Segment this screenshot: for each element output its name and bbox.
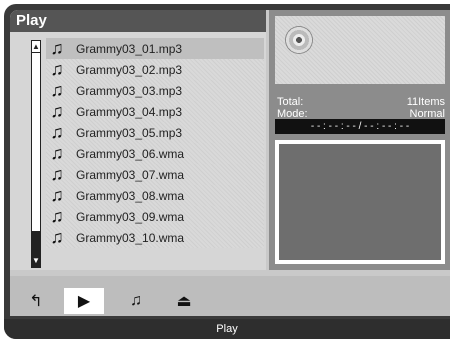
file-name: Grammy03_02.mp3 [76, 62, 183, 77]
file-name: Grammy03_06.wma [76, 146, 185, 161]
up-folder-icon[interactable]: ↰ [18, 290, 54, 312]
time-display: - - : - - : - - / - - : - - : - - [275, 119, 445, 134]
list-item[interactable]: ♫ Grammy03_06.wma [46, 143, 264, 164]
album-art [275, 16, 445, 84]
file-list-panel: Play ▲ ▼ ♫ Grammy03_01.mp3 ♫ Grammy03_02… [10, 10, 266, 270]
page-title: Play [10, 10, 266, 32]
music-note-icon: ♫ [50, 80, 64, 100]
music-note-icon: ♫ [50, 101, 64, 121]
file-name: Grammy03_04.mp3 [76, 104, 183, 119]
list-item[interactable]: ♫ Grammy03_09.wma [46, 206, 264, 227]
file-name: Grammy03_05.mp3 [76, 125, 183, 140]
music-note-icon: ♫ [50, 164, 64, 184]
info-panel: Total: 11Items Mode: Normal - - : - - : … [269, 10, 450, 270]
list-item[interactable]: ♫ Grammy03_04.mp3 [46, 101, 264, 122]
music-note-icon[interactable]: ♫ [118, 290, 154, 312]
scroll-up-arrow-icon[interactable]: ▲ [32, 41, 40, 53]
music-note-icon: ♫ [50, 185, 64, 205]
music-note-icon: ♫ [50, 227, 64, 247]
list-item[interactable]: ♫ Grammy03_05.mp3 [46, 122, 264, 143]
music-note-icon: ♫ [50, 59, 64, 79]
music-note-icon: ♫ [50, 206, 64, 226]
file-name: Grammy03_10.wma [76, 230, 185, 245]
music-note-icon: ♫ [50, 38, 64, 58]
list-item[interactable]: ♫ Grammy03_08.wma [46, 185, 264, 206]
player-screen: Play ▲ ▼ ♫ Grammy03_01.mp3 ♫ Grammy03_02… [4, 4, 450, 339]
list-item[interactable]: ♫ Grammy03_02.mp3 [46, 59, 264, 80]
music-note-icon: ♫ [50, 122, 64, 142]
file-name: Grammy03_09.wma [76, 209, 185, 224]
scroll-down-arrow-icon[interactable]: ▼ [32, 255, 40, 267]
total-label: Total: [277, 96, 304, 108]
scrollbar[interactable]: ▲ ▼ [31, 40, 41, 268]
list-item[interactable]: ♫ Grammy03_03.mp3 [46, 80, 264, 101]
list-item[interactable]: ♫ Grammy03_01.mp3 [46, 38, 264, 59]
disc-icon [285, 26, 313, 54]
preview-window [275, 140, 445, 264]
total-row: Total: 11Items [277, 96, 445, 108]
file-name: Grammy03_07.wma [76, 167, 185, 182]
list-item[interactable]: ♫ Grammy03_10.wma [46, 227, 264, 248]
player-body: Play ▲ ▼ ♫ Grammy03_01.mp3 ♫ Grammy03_02… [10, 10, 450, 316]
preview-area [279, 144, 441, 260]
scroll-track[interactable] [33, 55, 39, 235]
music-note-icon: ♫ [50, 143, 64, 163]
status-bar: Play [4, 319, 450, 339]
scroll-thumb[interactable] [32, 231, 40, 255]
playlist-icon[interactable]: ⏏ [166, 290, 202, 312]
list-item[interactable]: ♫ Grammy03_07.wma [46, 164, 264, 185]
total-value: 11Items [406, 96, 445, 108]
file-name: Grammy03_08.wma [76, 188, 185, 203]
toolbar: ↰ ▶ ♫ ⏏ [10, 276, 450, 316]
play-icon[interactable]: ▶ [64, 288, 104, 314]
file-name: Grammy03_01.mp3 [76, 41, 183, 56]
file-list: ♫ Grammy03_01.mp3 ♫ Grammy03_02.mp3 ♫ Gr… [46, 38, 264, 248]
file-name: Grammy03_03.mp3 [76, 83, 183, 98]
